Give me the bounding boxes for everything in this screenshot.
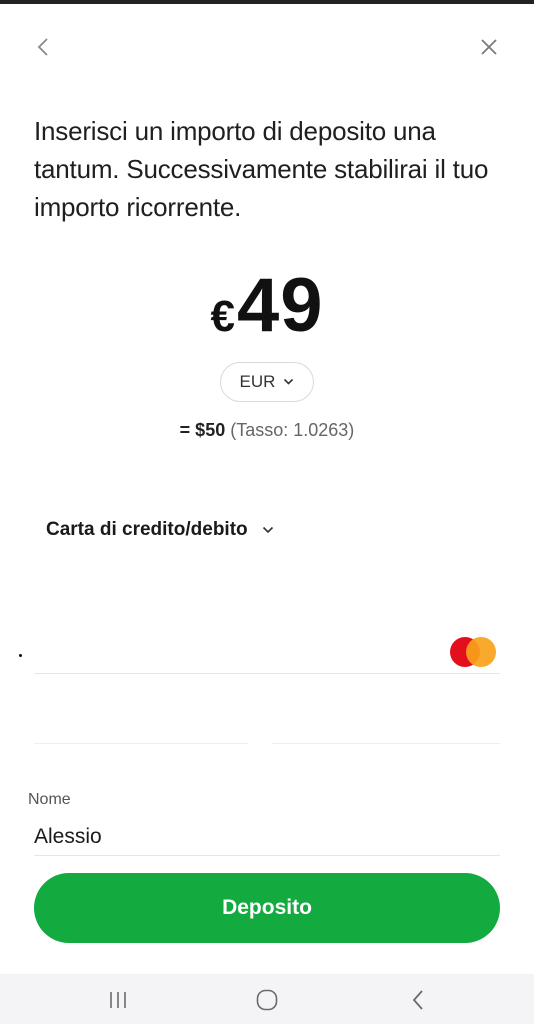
- close-button[interactable]: [474, 32, 504, 62]
- page-title: Inserisci un importo di deposito una tan…: [34, 116, 489, 222]
- home-button[interactable]: [247, 984, 287, 1016]
- mastercard-icon: [450, 637, 496, 667]
- currency-selector[interactable]: EUR: [220, 362, 314, 402]
- close-icon: [481, 39, 497, 55]
- payment-method-label: Carta di credito/debito: [46, 519, 248, 540]
- mastercard-orange-circle: [466, 637, 496, 667]
- currency-selector-value: EUR: [239, 372, 276, 391]
- card-number-input[interactable]: [34, 630, 500, 674]
- text-cursor: [19, 654, 22, 657]
- name-input[interactable]: [34, 818, 500, 856]
- home-icon: [256, 989, 278, 1011]
- conversion-rate: = $50 (Tasso: 1.0263): [0, 420, 534, 441]
- chevron-left-icon: [37, 38, 48, 56]
- currency-symbol: €: [210, 292, 235, 341]
- payment-method-selector[interactable]: Carta di credito/debito: [46, 516, 274, 544]
- expiry-date-input[interactable]: [34, 702, 248, 744]
- status-bar-edge: [0, 0, 534, 4]
- chevron-down-icon: [262, 526, 274, 534]
- system-back-button[interactable]: [398, 984, 438, 1016]
- cvc-input[interactable]: [272, 702, 500, 744]
- back-button[interactable]: [28, 32, 58, 62]
- system-navigation-bar: [0, 974, 534, 1024]
- recents-button[interactable]: [98, 984, 138, 1016]
- name-label: Nome: [28, 791, 71, 808]
- chevron-down-icon: [283, 378, 294, 386]
- converted-amount: = $50: [179, 420, 226, 440]
- amount-value: 49: [236, 263, 324, 348]
- deposit-amount[interactable]: € 49: [0, 262, 534, 350]
- recents-icon: [110, 992, 126, 1008]
- exchange-rate: (Tasso: 1.0263): [230, 420, 355, 440]
- deposit-button[interactable]: Deposito: [34, 873, 500, 943]
- back-icon: [412, 990, 423, 1010]
